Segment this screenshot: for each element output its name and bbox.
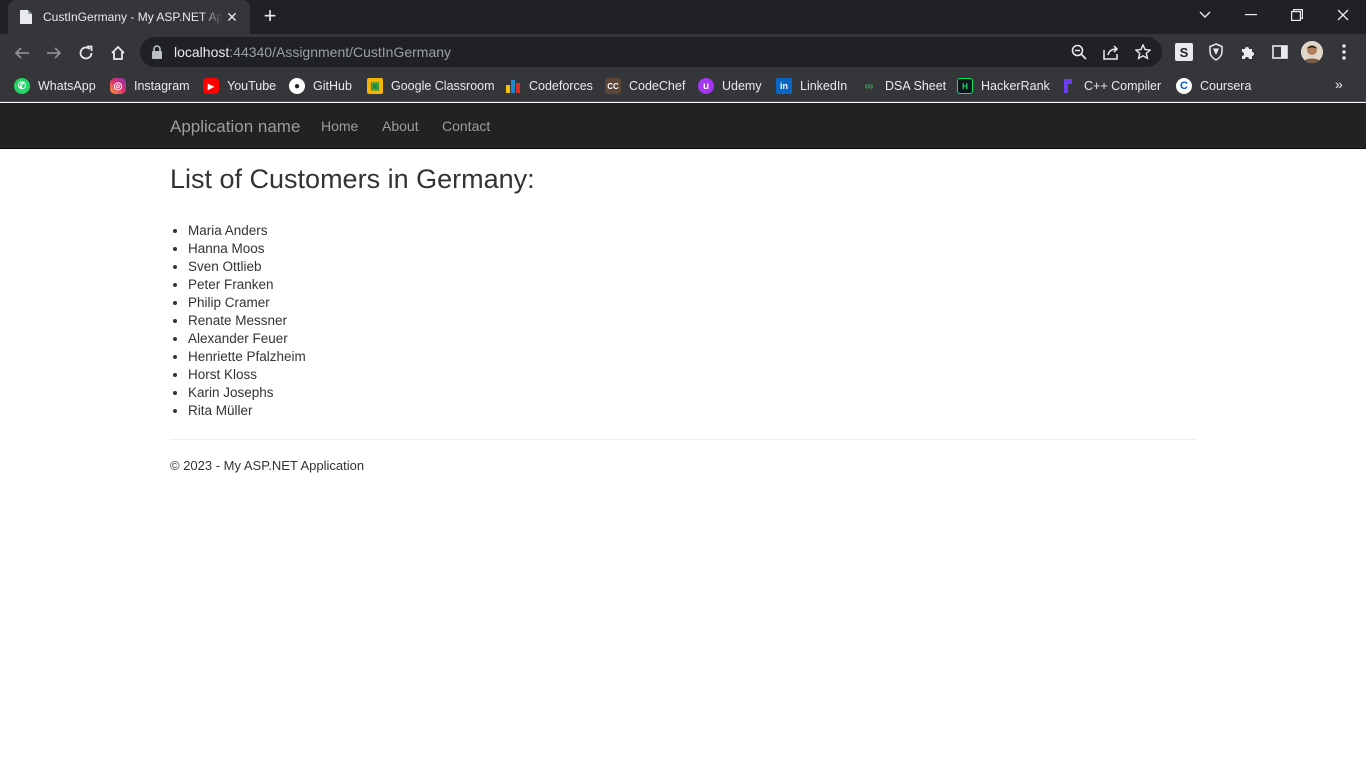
page-title: List of Customers in Germany: — [170, 164, 535, 194]
minimize-icon[interactable] — [1228, 0, 1274, 30]
dsa-sheet-icon: ∞ — [864, 79, 874, 93]
forward-button[interactable] — [40, 39, 68, 67]
bookmark-label: YouTube — [227, 79, 277, 93]
zoom-icon[interactable] — [1070, 43, 1088, 61]
codeforces-icon — [505, 78, 521, 94]
customer-item: Henriette Pfalzheim — [188, 348, 1196, 366]
lock-icon[interactable] — [151, 45, 165, 59]
customer-item: Alexander Feuer — [188, 330, 1196, 348]
customer-list: Maria Anders Hanna Moos Sven Ottlieb Pet… — [170, 222, 1196, 420]
tab-title: CustInGermany - My ASP.NET Application — [43, 10, 223, 24]
url-host: localhost — [174, 44, 230, 60]
shield-extension-icon[interactable] — [1206, 42, 1226, 62]
url-path: :44340/Assignment/CustInGermany — [229, 44, 452, 60]
nav-contact-link[interactable]: Contact — [442, 118, 490, 134]
bookmark-label: Codeforces — [529, 79, 593, 93]
footer-copyright: © 2023 - My ASP.NET Application — [170, 458, 365, 473]
udemy-icon: u — [698, 78, 714, 94]
hackerrank-icon: H — [957, 78, 973, 94]
reload-button[interactable] — [72, 39, 100, 67]
page-favicon-icon — [18, 9, 34, 25]
bookmark-label: Instagram — [134, 79, 190, 93]
extensions-puzzle-icon[interactable] — [1238, 42, 1258, 62]
whatsapp-icon: ✆ — [14, 78, 30, 94]
bookmark-hackerrank[interactable]: H HackerRank — [957, 76, 1050, 96]
github-icon: ● — [289, 78, 305, 94]
bookmark-label: CodeChef — [629, 79, 686, 93]
bookmark-whatsapp[interactable]: ✆ WhatsApp — [14, 76, 96, 96]
coursera-icon: C — [1176, 78, 1192, 94]
back-button[interactable] — [8, 39, 36, 67]
instagram-icon: ◎ — [110, 78, 126, 94]
new-tab-button[interactable]: + — [259, 5, 281, 27]
bookmark-label: Coursera — [1200, 79, 1252, 93]
tab-close-icon[interactable]: ✕ — [224, 9, 240, 25]
bookmark-linkedin[interactable]: in LinkedIn — [776, 76, 847, 96]
side-panel-icon[interactable] — [1270, 42, 1290, 62]
browser-menu-icon[interactable] — [1334, 42, 1354, 62]
url-text[interactable]: localhost:44340/Assignment/CustInGermany — [174, 44, 451, 60]
bookmark-codeforces[interactable]: Codeforces — [505, 76, 593, 96]
nav-home-link[interactable]: Home — [321, 118, 358, 134]
cpp-compiler-icon — [1060, 78, 1076, 94]
bookmark-github[interactable]: ● GitHub — [289, 76, 352, 96]
bookmark-google-classroom[interactable]: ▣ Google Classroom — [367, 76, 495, 96]
footer-divider — [170, 439, 1196, 440]
bookmark-label: Udemy — [722, 79, 762, 93]
browser-tab-strip: CustInGermany - My ASP.NET Application ✕… — [0, 0, 1366, 34]
customer-item: Hanna Moos — [188, 240, 1196, 258]
customer-item: Karin Josephs — [188, 384, 1196, 402]
bookmark-dsa-sheet[interactable]: ∞ DSA Sheet — [861, 76, 946, 96]
brand-link[interactable]: Application name — [170, 117, 300, 137]
bookmark-label: C++ Compiler — [1084, 79, 1162, 93]
profile-avatar[interactable] — [1301, 41, 1323, 63]
bookmark-label: WhatsApp — [38, 79, 96, 93]
bookmark-label: Google Classroom — [391, 79, 495, 93]
bookmark-cpp-compiler[interactable]: C++ Compiler — [1060, 76, 1161, 96]
tab-search-chevron-icon[interactable] — [1182, 0, 1228, 30]
google-classroom-icon: ▣ — [367, 78, 383, 94]
bookmark-label: GitHub — [313, 79, 352, 93]
bookmark-udemy[interactable]: u Udemy — [698, 76, 762, 96]
customer-item: Renate Messner — [188, 312, 1196, 330]
main-content: List of Customers in Germany: Maria Ande… — [170, 149, 1196, 420]
customer-item: Peter Franken — [188, 276, 1196, 294]
bookmark-star-icon[interactable] — [1134, 43, 1152, 61]
bookmark-instagram[interactable]: ◎ Instagram — [110, 76, 190, 96]
customer-item: Philip Cramer — [188, 294, 1196, 312]
bookmark-coursera[interactable]: C Coursera — [1176, 76, 1251, 96]
linkedin-icon: in — [776, 78, 792, 94]
youtube-icon: ▶ — [203, 78, 219, 94]
bookmark-label: HackerRank — [981, 79, 1050, 93]
restore-icon[interactable] — [1274, 0, 1320, 30]
site-navbar: Application name Home About Contact — [0, 103, 1366, 149]
home-button[interactable] — [104, 39, 132, 67]
bookmark-codechef[interactable]: CC CodeChef — [605, 76, 685, 96]
bookmark-label: LinkedIn — [800, 79, 848, 93]
bookmark-youtube[interactable]: ▶ YouTube — [203, 76, 276, 96]
svg-text:S: S — [1180, 45, 1189, 60]
address-bar[interactable]: localhost:44340/Assignment/CustInGermany — [140, 37, 1162, 67]
browser-tab[interactable]: CustInGermany - My ASP.NET Application ✕ — [8, 0, 250, 34]
close-window-icon[interactable] — [1320, 0, 1366, 30]
customer-item: Sven Ottlieb — [188, 258, 1196, 276]
customer-item: Rita Müller — [188, 402, 1196, 420]
nav-about-link[interactable]: About — [382, 118, 419, 134]
bookmarks-bar: ✆ WhatsApp ◎ Instagram ▶ YouTube ● GitHu… — [0, 71, 1366, 102]
share-icon[interactable] — [1102, 43, 1120, 61]
customer-item: Horst Kloss — [188, 366, 1196, 384]
bookmark-label: DSA Sheet — [885, 79, 947, 93]
customer-item: Maria Anders — [188, 222, 1196, 240]
browser-toolbar: localhost:44340/Assignment/CustInGermany… — [0, 34, 1366, 71]
codechef-icon: CC — [605, 78, 621, 94]
bookmarks-overflow-icon[interactable]: » — [1335, 76, 1343, 92]
extension-s-icon[interactable]: S — [1174, 42, 1194, 62]
